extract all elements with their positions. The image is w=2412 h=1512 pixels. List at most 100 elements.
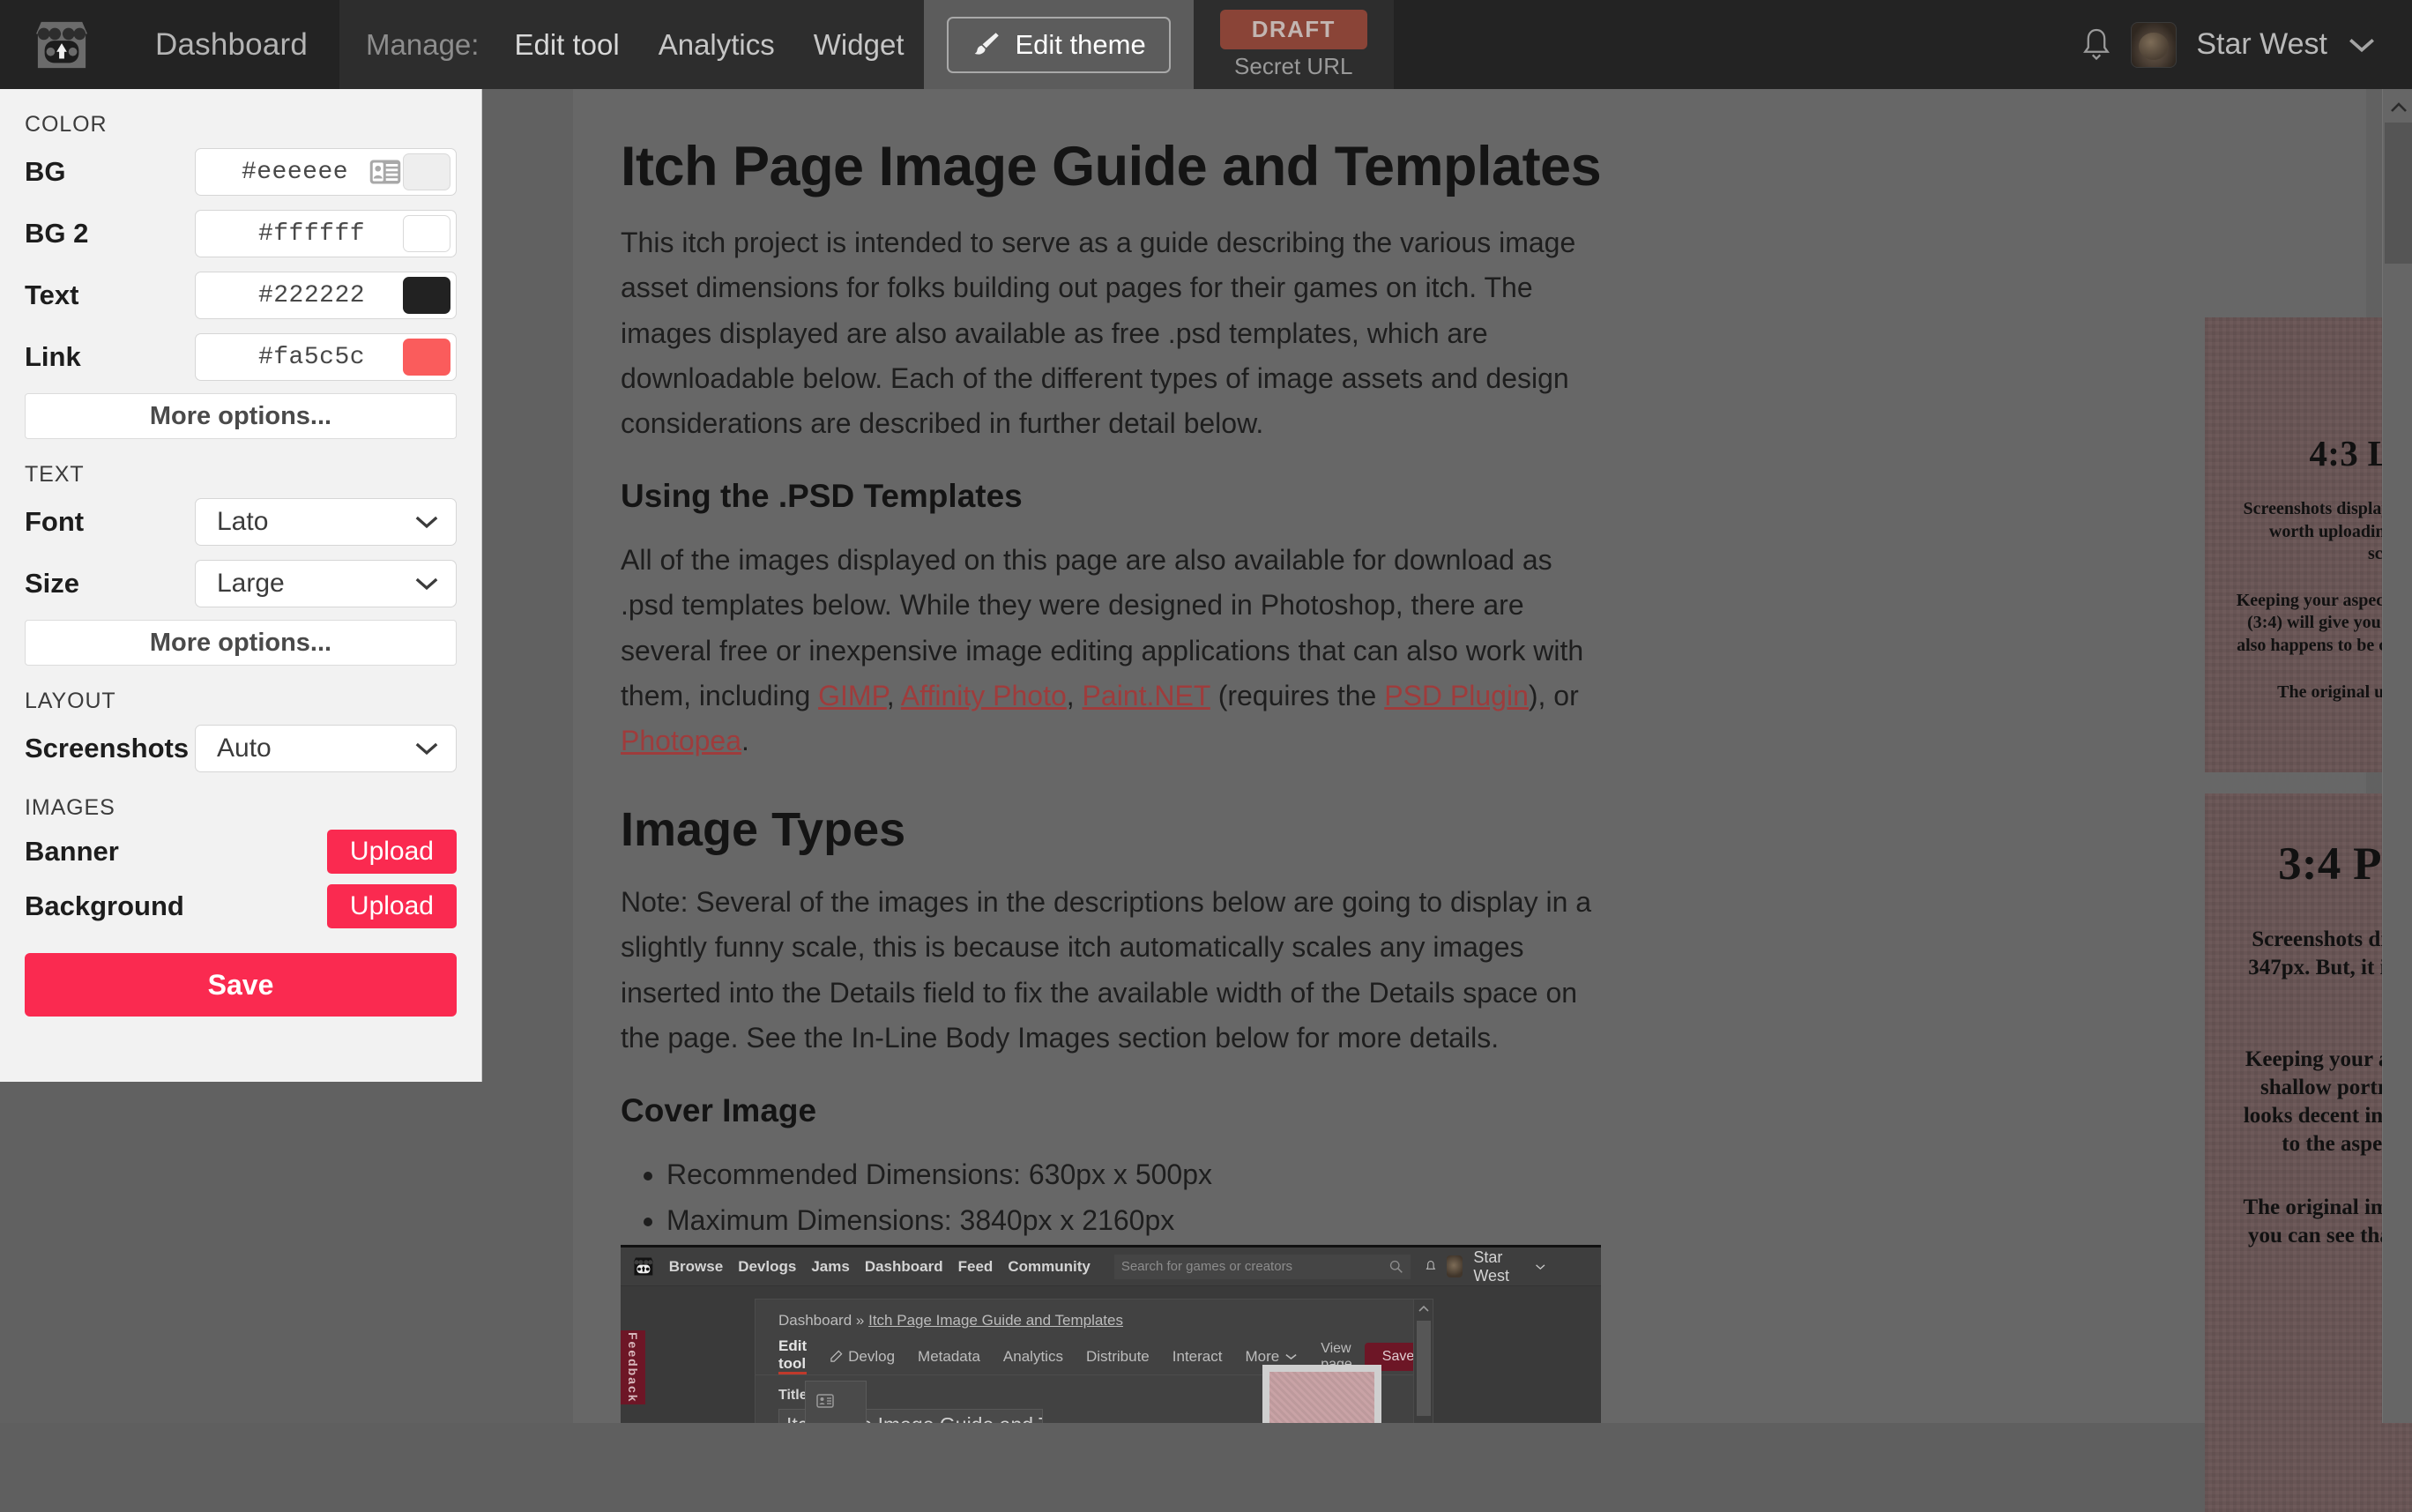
banner-upload-button[interactable]: Upload (326, 830, 457, 874)
color-hex-link[interactable]: #fa5c5c (196, 344, 403, 371)
inline-nav-community[interactable]: Community (1008, 1258, 1091, 1276)
intro-paragraph: This itch project is intended to serve a… (621, 227, 1576, 440)
inline-tab-edit-tool[interactable]: Edit tool (778, 1337, 808, 1374)
top-navigation-bar: Dashboard Manage: Edit tool Analytics Wi… (0, 0, 2412, 89)
color-row-text: Text #222222 (25, 264, 457, 326)
inline-shot-navbar: Browse Devlogs Jams Dashboard Feed Commu… (621, 1248, 1601, 1286)
feedback-tab[interactable]: Feedback (621, 1330, 645, 1404)
color-field-bg2[interactable]: #ffffff (195, 210, 457, 257)
search-icon (1389, 1260, 1403, 1273)
inline-cover-image-preview[interactable] (1262, 1365, 1381, 1423)
text-more-options-button[interactable]: More options... (25, 620, 457, 666)
inline-nav-right: Star West (1426, 1248, 1601, 1285)
color-field-text[interactable]: #222222 (195, 272, 457, 319)
background-label: Background (25, 890, 184, 921)
inline-nav-dashboard[interactable]: Dashboard (865, 1258, 943, 1276)
color-field-bg[interactable]: #eeeeee (195, 148, 457, 196)
font-label: Font (25, 506, 85, 537)
screenshots-select[interactable]: Auto (195, 725, 457, 772)
text-row-size: Size Large (25, 553, 457, 614)
breadcrumb-current[interactable]: Itch Page Image Guide and Templates (868, 1312, 1123, 1329)
color-hex-bg2[interactable]: #ffffff (196, 220, 403, 248)
color-row-link: Link #fa5c5c (25, 326, 457, 388)
color-swatch-bg[interactable] (403, 153, 450, 190)
inline-tab-metadata[interactable]: Metadata (918, 1348, 980, 1366)
itch-logo-icon (633, 1257, 654, 1276)
page-scrollbar[interactable] (2382, 89, 2412, 1423)
inline-scrollbar-thumb[interactable] (1417, 1321, 1431, 1416)
avatar[interactable] (1446, 1255, 1463, 1277)
screenshot-paragraph-2: Keeping your aspect ratio as a shallow l… (2243, 1047, 2412, 1156)
screenshots-label: Screenshots (25, 733, 190, 763)
color-field-link[interactable]: #fa5c5c (195, 333, 457, 381)
breadcrumb-root[interactable]: Dashboard (778, 1312, 852, 1329)
layout-row-screenshots: Screenshots Auto (25, 718, 457, 779)
inline-scrollbar[interactable] (1413, 1300, 1433, 1423)
contact-card-icon[interactable] (369, 159, 401, 185)
inline-tab-analytics[interactable]: Analytics (1003, 1348, 1063, 1366)
color-row-link-label: Link (25, 341, 81, 372)
inline-username-label: Star West (1473, 1248, 1510, 1285)
color-hex-text[interactable]: #222222 (196, 282, 403, 309)
color-more-options-button[interactable]: More options... (25, 393, 457, 439)
inline-tab-devlog-label: Devlog (848, 1347, 896, 1365)
inline-cover-thumb (1269, 1372, 1374, 1423)
inline-edit-card: Dashboard » Itch Page Image Guide and Te… (755, 1299, 1433, 1423)
avatar[interactable] (2131, 21, 2178, 68)
link-gimp[interactable]: GIMP (818, 680, 887, 711)
inline-tab-devlog[interactable]: Devlog (830, 1348, 895, 1366)
psd-text-f: . (741, 724, 749, 756)
link-photopea[interactable]: Photopea (621, 725, 741, 756)
screenshots-select-value: Auto (217, 734, 272, 763)
link-affinity-photo[interactable]: Affinity Photo (901, 680, 1067, 711)
itch-logo-link[interactable] (0, 0, 123, 89)
screenshot-thumbnail-landscape[interactable]: 4:3 Landscape Screenshot Screenshots dis… (2205, 317, 2412, 772)
inline-side-card (805, 1381, 867, 1423)
nav-item-analytics[interactable]: Analytics (639, 0, 794, 89)
screenshot-thumbnail-portrait[interactable]: 3:4 Portrait Screenshot Screenshots disp… (2205, 793, 2412, 1512)
color-row-bg-label: BG (25, 156, 66, 187)
background-upload-button[interactable]: Upload (326, 884, 457, 928)
inline-nav-jams[interactable]: Jams (811, 1258, 849, 1276)
edit-theme-button[interactable]: Edit theme (946, 16, 1171, 73)
link-paint-net[interactable]: Paint.NET (1083, 680, 1210, 711)
inline-tab-distribute[interactable]: Distribute (1086, 1348, 1150, 1366)
chevron-down-icon (415, 742, 438, 756)
inline-nav-feed[interactable]: Feed (958, 1258, 994, 1276)
inline-nav-browse[interactable]: Browse (669, 1258, 723, 1276)
font-select[interactable]: Lato (195, 498, 457, 546)
bell-icon[interactable] (1426, 1258, 1436, 1275)
nav-dashboard-link[interactable]: Dashboard (123, 0, 339, 89)
color-swatch-link[interactable] (403, 339, 450, 376)
color-row-bg2-label: BG 2 (25, 218, 89, 249)
page-scrollbar-thumb[interactable] (2385, 123, 2412, 264)
inline-search-input[interactable]: Search for games or creators (1113, 1254, 1411, 1279)
edit-theme-label: Edit theme (1015, 28, 1146, 60)
secret-url-link[interactable]: Secret URL (1234, 53, 1352, 80)
psd-templates-paragraph: All of the images displayed on this page… (621, 538, 1608, 763)
color-swatch-bg2[interactable] (403, 215, 450, 252)
screenshot-title: 4:3 Landscape Screenshot (2309, 433, 2412, 473)
size-select[interactable]: Large (195, 560, 457, 607)
color-swatch-text[interactable] (403, 277, 450, 314)
color-hex-bg[interactable]: #eeeeee (196, 159, 369, 186)
nav-item-edit-tool[interactable]: Edit tool (495, 0, 638, 89)
banner-label: Banner (25, 836, 119, 867)
bell-icon[interactable] (2081, 27, 2111, 63)
nav-item-widget[interactable]: Widget (794, 0, 924, 89)
chevron-up-icon[interactable] (1418, 1305, 1430, 1313)
save-button[interactable]: Save (25, 953, 457, 1017)
inline-tab-more[interactable]: More (1245, 1348, 1298, 1366)
chevron-down-icon[interactable] (2347, 36, 2377, 54)
username-label[interactable]: Star West (2196, 27, 2327, 62)
chevron-down-icon (415, 516, 438, 529)
screenshot-title: 3:4 Portrait Screenshot (2278, 838, 2412, 890)
chevron-down-icon[interactable] (1535, 1262, 1546, 1271)
images-row-banner: Banner Upload (25, 824, 457, 879)
inline-nav-devlogs[interactable]: Devlogs (738, 1258, 796, 1276)
color-row-bg: BG #eeeeee (25, 141, 457, 203)
theme-editor-panel: COLOR BG #eeeeee BG 2 #ffffff Text #2222… (0, 89, 482, 1082)
link-psd-plugin[interactable]: PSD Plugin (1384, 680, 1529, 711)
scroll-up-arrow-icon[interactable] (2389, 101, 2408, 114)
inline-tab-interact[interactable]: Interact (1172, 1348, 1223, 1366)
